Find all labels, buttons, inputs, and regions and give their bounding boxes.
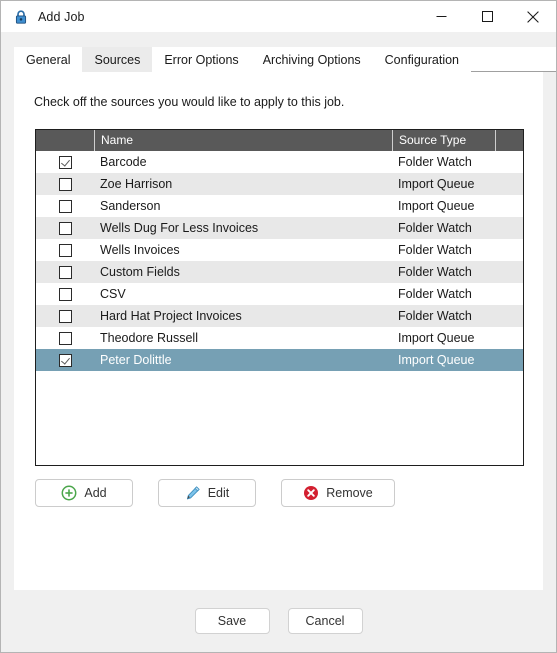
- window-controls: [418, 1, 556, 32]
- list-action-buttons: Add Edit Remove: [35, 479, 395, 507]
- row-checkbox[interactable]: [58, 353, 72, 367]
- table-row[interactable]: Wells Dug For Less Invoices Folder Watch: [36, 217, 523, 239]
- row-name: Hard Hat Project Invoices: [100, 309, 242, 323]
- row-source-type: Folder Watch: [398, 221, 472, 235]
- tab-configuration[interactable]: Configuration: [372, 47, 472, 72]
- row-name: Sanderson: [100, 199, 161, 213]
- row-source-type: Import Queue: [398, 199, 475, 213]
- tab-error-options[interactable]: Error Options: [152, 47, 251, 72]
- table-row[interactable]: Wells Invoices Folder Watch: [36, 239, 523, 261]
- row-name: Wells Invoices: [100, 243, 180, 257]
- add-button-label: Add: [84, 486, 107, 500]
- tab-sources[interactable]: Sources: [82, 47, 153, 72]
- table-row[interactable]: CSV Folder Watch: [36, 283, 523, 305]
- row-checkbox[interactable]: [58, 177, 72, 191]
- row-source-type: Folder Watch: [398, 309, 472, 323]
- row-source-type: Import Queue: [398, 331, 475, 345]
- add-button[interactable]: Add: [35, 479, 133, 507]
- tab-general[interactable]: General: [14, 47, 83, 72]
- row-checkbox-cell[interactable]: [36, 331, 94, 345]
- window-title: Add Job: [38, 9, 85, 24]
- row-name: Barcode: [100, 155, 147, 169]
- minimize-button[interactable]: [418, 1, 464, 32]
- remove-button-label: Remove: [326, 486, 373, 500]
- table-row[interactable]: Peter Dolittle Import Queue: [36, 349, 523, 371]
- row-checkbox-cell[interactable]: [36, 155, 94, 169]
- lock-icon: [13, 9, 29, 25]
- row-checkbox-cell[interactable]: [36, 199, 94, 213]
- row-checkbox-cell[interactable]: [36, 309, 94, 323]
- row-source-type: Import Queue: [398, 177, 475, 191]
- row-name: CSV: [100, 287, 126, 301]
- column-header-name[interactable]: Name: [94, 130, 392, 151]
- sources-tab-panel: Check off the sources you would like to …: [14, 72, 543, 590]
- row-checkbox[interactable]: [58, 265, 72, 279]
- table-row[interactable]: Barcode Folder Watch: [36, 151, 523, 173]
- close-button[interactable]: [510, 1, 556, 32]
- table-row[interactable]: Hard Hat Project Invoices Folder Watch: [36, 305, 523, 327]
- list-header: Name Source Type: [36, 130, 523, 151]
- plus-circle-icon: [61, 485, 77, 501]
- row-checkbox[interactable]: [58, 331, 72, 345]
- row-source-type: Folder Watch: [398, 243, 472, 257]
- dialog-footer: Save Cancel: [1, 590, 556, 652]
- row-source-type: Folder Watch: [398, 265, 472, 279]
- table-row[interactable]: Sanderson Import Queue: [36, 195, 523, 217]
- row-name: Wells Dug For Less Invoices: [100, 221, 259, 235]
- title-bar: Add Job: [1, 1, 556, 32]
- row-name: Custom Fields: [100, 265, 180, 279]
- column-header-source-type[interactable]: Source Type: [392, 130, 495, 151]
- minimize-icon: [436, 16, 446, 17]
- row-checkbox-cell[interactable]: [36, 243, 94, 257]
- row-name: Zoe Harrison: [100, 177, 173, 191]
- add-job-window: Add Job General Sources Error Options Ar…: [0, 0, 557, 653]
- maximize-icon: [481, 11, 493, 22]
- column-header-check[interactable]: [36, 130, 94, 151]
- row-checkbox-cell[interactable]: [36, 265, 94, 279]
- row-source-type: Import Queue: [398, 353, 475, 367]
- save-button[interactable]: Save: [194, 608, 270, 634]
- tab-strip-filler: [471, 47, 556, 72]
- list-rows: Barcode Folder Watch Zoe Harrison Import Qu…: [36, 151, 523, 371]
- tab-strip: General Sources Error Options Archiving …: [1, 47, 556, 72]
- edit-button[interactable]: Edit: [158, 479, 256, 507]
- row-name: Peter Dolittle: [100, 353, 172, 367]
- row-checkbox[interactable]: [58, 155, 72, 169]
- row-checkbox[interactable]: [58, 199, 72, 213]
- sources-list[interactable]: Name Source Type Barcode Folder Watch Zoe …: [35, 129, 524, 466]
- column-header-spacer[interactable]: [495, 130, 523, 151]
- row-checkbox-cell[interactable]: [36, 287, 94, 301]
- row-checkbox-cell[interactable]: [36, 221, 94, 235]
- row-source-type: Folder Watch: [398, 155, 472, 169]
- table-row[interactable]: Theodore Russell Import Queue: [36, 327, 523, 349]
- table-row[interactable]: Custom Fields Folder Watch: [36, 261, 523, 283]
- row-checkbox[interactable]: [58, 287, 72, 301]
- edit-button-label: Edit: [207, 486, 230, 500]
- instruction-text: Check off the sources you would like to …: [34, 95, 345, 109]
- pencil-icon: [185, 485, 201, 501]
- close-icon: [527, 10, 539, 23]
- remove-button[interactable]: Remove: [281, 479, 395, 507]
- delete-circle-icon: [303, 485, 319, 501]
- row-checkbox[interactable]: [58, 221, 72, 235]
- row-checkbox[interactable]: [58, 309, 72, 323]
- table-row[interactable]: Zoe Harrison Import Queue: [36, 173, 523, 195]
- tab-archiving-options[interactable]: Archiving Options: [250, 47, 373, 72]
- row-checkbox-cell[interactable]: [36, 353, 94, 367]
- row-checkbox-cell[interactable]: [36, 177, 94, 191]
- row-source-type: Folder Watch: [398, 287, 472, 301]
- maximize-button[interactable]: [464, 1, 510, 32]
- cancel-button[interactable]: Cancel: [287, 608, 363, 634]
- row-name: Theodore Russell: [100, 331, 198, 345]
- row-checkbox[interactable]: [58, 243, 72, 257]
